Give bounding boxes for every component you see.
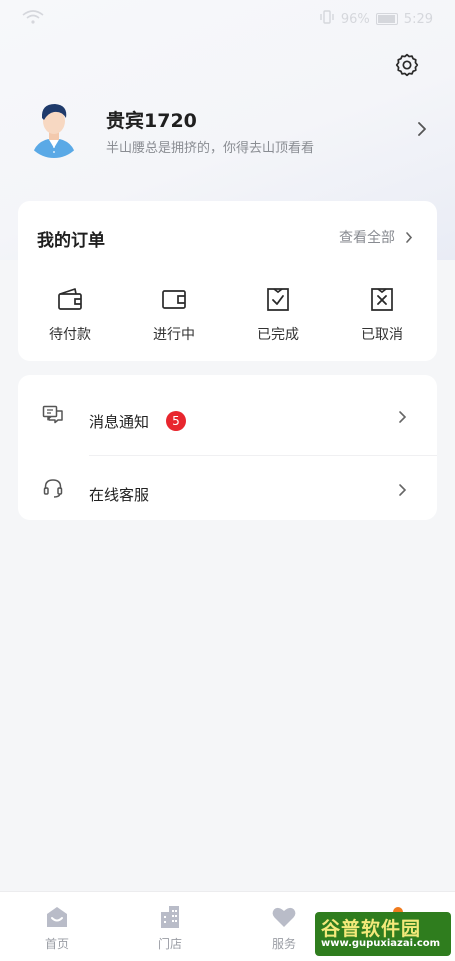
store-icon: [161, 906, 179, 928]
menu-card: 消息通知 5 在线客服: [18, 375, 437, 520]
order-status-label: 进行中: [153, 327, 195, 343]
order-status-label: 已取消: [361, 327, 403, 343]
completed-icon: [267, 288, 289, 311]
watermark-url: www.gupuxiazai.com: [321, 938, 441, 949]
settings-button[interactable]: [394, 52, 420, 78]
wallet-icon: [58, 288, 82, 310]
menu-item-notifications[interactable]: 消息通知 5: [18, 380, 437, 456]
chevron-right-icon[interactable]: [416, 120, 428, 138]
tab-label: 首页: [44, 937, 69, 951]
order-pending-payment[interactable]: 待付款: [18, 285, 122, 344]
in-progress-icon: [162, 290, 186, 309]
view-all-orders-link[interactable]: 查看全部: [339, 227, 413, 247]
tab-home[interactable]: 首页: [27, 904, 87, 952]
profile-section[interactable]: 贵宾1720 半山腰总是拥挤的，你得去山顶看看: [24, 98, 434, 162]
menu-item-customer-service[interactable]: 在线客服: [18, 453, 437, 525]
username: 贵宾1720: [106, 110, 197, 132]
tab-service[interactable]: 服务: [254, 904, 314, 952]
wifi-icon: [22, 10, 44, 28]
order-in-progress[interactable]: 进行中: [122, 285, 226, 344]
menu-item-label: 消息通知: [89, 413, 150, 431]
status-bar: 96% 5:29: [0, 0, 455, 38]
order-completed[interactable]: 已完成: [226, 285, 330, 344]
headset-icon: [43, 479, 63, 498]
battery-percent: 96%: [340, 11, 370, 27]
notification-count-badge: 5: [166, 411, 186, 431]
orders-card: 我的订单 查看全部 待付款 进行中 已完成 已取消: [18, 201, 437, 361]
gear-icon: [395, 53, 419, 77]
tab-label: 服务: [271, 937, 296, 951]
tab-store[interactable]: 门店: [140, 904, 200, 952]
avatar[interactable]: [24, 98, 84, 158]
message-icon: [42, 405, 63, 424]
battery-icon: [375, 13, 398, 25]
chevron-right-icon: [406, 231, 413, 243]
clock: 5:29: [403, 11, 433, 27]
order-status-label: 待付款: [49, 327, 91, 343]
watermark-logo: 谷普软件园 www.gupuxiazai.com: [315, 912, 451, 956]
menu-item-label: 在线客服: [89, 486, 150, 504]
view-all-label: 查看全部: [339, 230, 395, 246]
tab-label: 门店: [157, 937, 182, 951]
chevron-right-icon: [399, 484, 407, 496]
heart-icon: [272, 907, 296, 927]
order-status-label: 已完成: [257, 327, 299, 343]
vibrate-icon: [319, 10, 335, 28]
watermark-title: 谷普软件园: [321, 918, 422, 940]
home-icon: [47, 907, 67, 927]
order-cancelled[interactable]: 已取消: [330, 285, 434, 344]
chevron-right-icon: [399, 411, 407, 423]
cancelled-icon: [371, 288, 393, 311]
orders-title: 我的订单: [37, 231, 105, 251]
profile-bio: 半山腰总是拥挤的，你得去山顶看看: [106, 141, 315, 156]
